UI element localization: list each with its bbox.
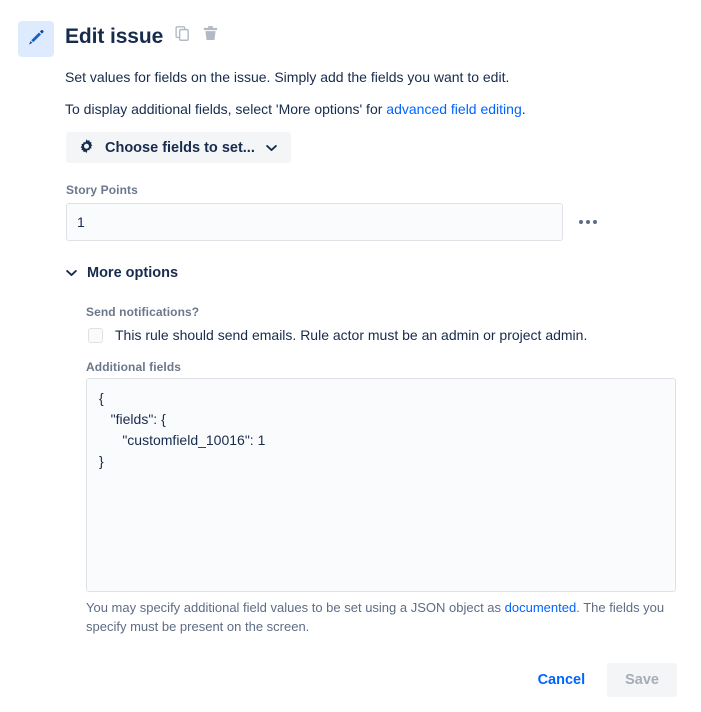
title-line: Edit issue (65, 21, 526, 51)
send-emails-row: This rule should send emails. Rule actor… (88, 327, 587, 343)
story-points-label: Story Points (66, 183, 138, 197)
save-button[interactable]: Save (607, 663, 677, 697)
meatball-dot-2 (586, 220, 590, 224)
chevron-down-icon (266, 144, 277, 152)
helper-text-pre: You may specify additional field values … (86, 600, 505, 615)
additional-fields-textarea[interactable]: { "fields": { "customfield_10016": 1 } (86, 378, 676, 592)
more-options-label: More options (87, 265, 179, 281)
story-points-input[interactable] (66, 203, 563, 241)
rule-icon-container (18, 21, 54, 57)
send-emails-checkbox-label: This rule should send emails. Rule actor… (115, 327, 588, 343)
page-title: Edit issue (65, 24, 164, 48)
additional-fields-helper-text: You may specify additional field values … (86, 598, 671, 636)
story-points-menu-button[interactable] (575, 214, 601, 230)
edit-issue-panel: Edit issue Set values for fields on the … (0, 0, 701, 712)
choose-fields-label: Choose fields to set... (105, 139, 255, 156)
pencil-icon (26, 27, 46, 52)
chevron-down-icon (66, 264, 77, 282)
description-line-1: Set values for fields on the issue. Simp… (65, 69, 510, 85)
choose-fields-button[interactable]: Choose fields to set... (66, 132, 291, 163)
header-text-block: Edit issue Set values for fields on the … (65, 21, 526, 119)
meatball-dot-1 (579, 220, 583, 224)
send-notifications-label: Send notifications? (86, 305, 200, 319)
description-line-2-pre: To display additional fields, select 'Mo… (65, 101, 387, 117)
delete-rule-button[interactable] (202, 25, 219, 47)
gear-icon (78, 138, 95, 158)
story-points-row (66, 203, 601, 241)
trash-icon (202, 25, 219, 47)
advanced-field-editing-link[interactable]: advanced field editing (386, 101, 521, 117)
send-emails-checkbox[interactable] (88, 327, 103, 343)
meatball-dot-3 (593, 220, 597, 224)
additional-fields-label: Additional fields (86, 360, 182, 374)
documented-link[interactable]: documented (505, 600, 577, 615)
footer-actions: Cancel Save (530, 663, 677, 697)
copy-icon (174, 25, 191, 47)
cancel-button[interactable]: Cancel (530, 664, 594, 696)
description-line-2-post: . (521, 101, 526, 117)
more-options-toggle[interactable]: More options (66, 264, 178, 282)
duplicate-rule-button[interactable] (174, 25, 191, 47)
description-line-2: To display additional fields, select 'Mo… (65, 99, 526, 119)
panel-header: Edit issue Set values for fields on the … (18, 21, 526, 119)
